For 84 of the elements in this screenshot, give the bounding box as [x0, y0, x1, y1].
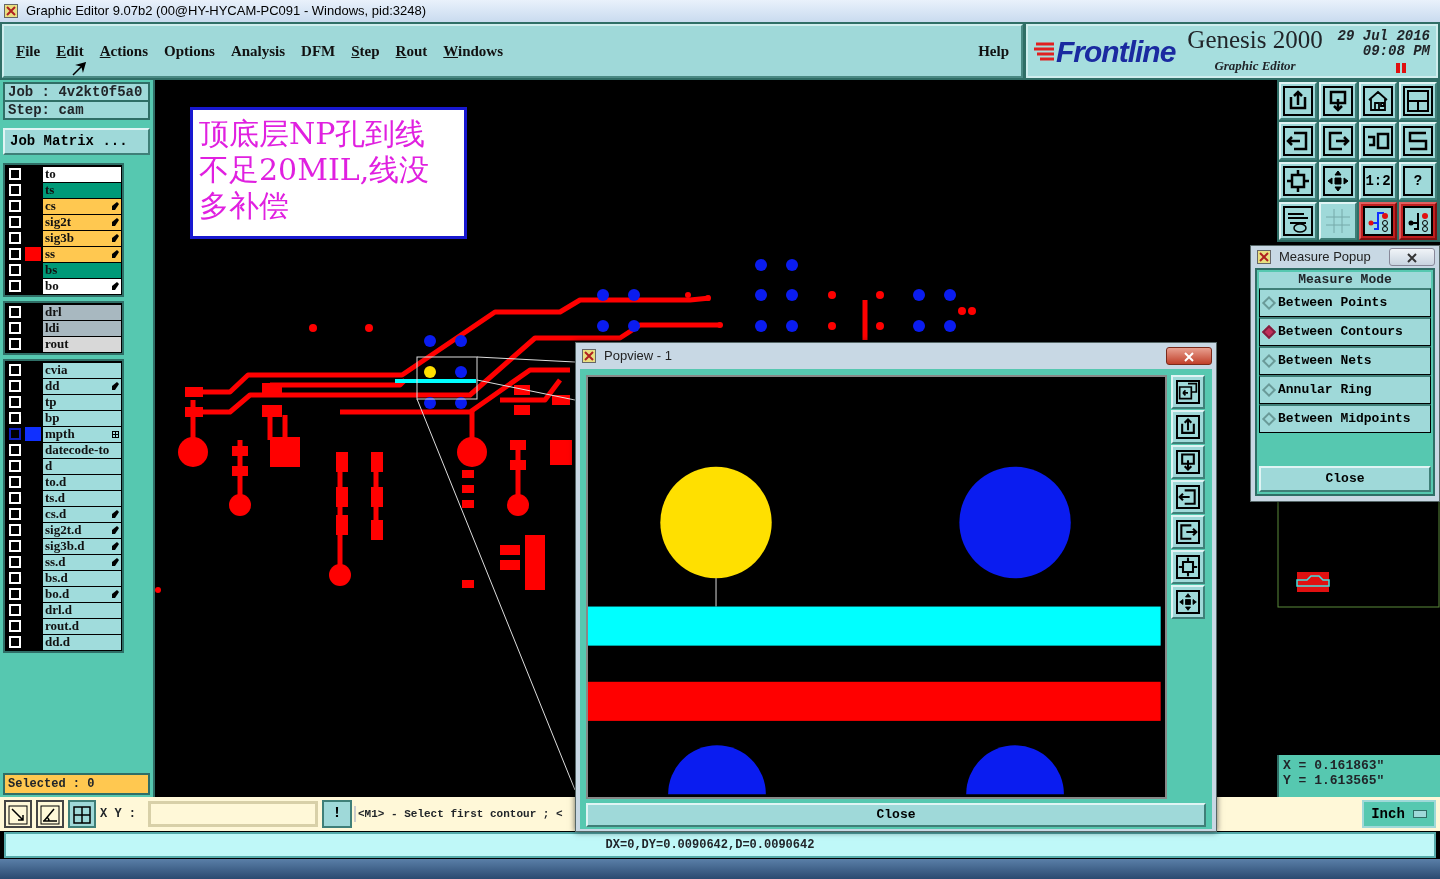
menu-item[interactable]: Step [351, 39, 380, 63]
cursor-icon [72, 62, 86, 76]
menu-item[interactable]: Actions [99, 39, 149, 63]
popup-title: Measure Popup [1279, 248, 1371, 267]
date-label: 29 Jul 2016 [1337, 29, 1430, 44]
layer-name[interactable]: to [45, 167, 56, 181]
measure-mode-heading: Measure Mode [1259, 272, 1431, 288]
x-coordinate: X = 0.161863" [1283, 758, 1386, 773]
selected-count: Selected : 0 [3, 773, 150, 795]
toolbar-button[interactable] [1399, 202, 1437, 240]
menu-item[interactable]: Windows [443, 39, 504, 63]
layer-name[interactable]: ldi [45, 321, 60, 335]
angle-icon [40, 804, 60, 825]
close-button[interactable]: Close [586, 803, 1206, 827]
app-icon [4, 4, 18, 18]
toolbar-button[interactable] [1359, 202, 1397, 240]
menu-item[interactable]: Rout [395, 39, 428, 63]
four-arrows-icon [1326, 169, 1350, 193]
layer-checkbox[interactable] [9, 428, 21, 440]
circuit-icon [1366, 209, 1390, 233]
product-name: Genesis 2000 [1187, 26, 1323, 52]
menu-item[interactable]: DFM [301, 39, 336, 63]
prompt-text: <M1> - Select first contour ; < [354, 805, 563, 823]
app-icon [582, 349, 596, 363]
layer-name[interactable]: d [45, 459, 53, 473]
layer-name[interactable]: dd [45, 379, 60, 393]
zoom-frame [416, 356, 478, 400]
close-icon [1184, 351, 1194, 362]
box-arrow-left-icon [1286, 129, 1310, 153]
toolbar-button[interactable]: 1:2 [1359, 162, 1397, 200]
radio-option[interactable]: Between Nets [1259, 346, 1431, 375]
y-coordinate: Y = 1.613565" [1283, 773, 1386, 788]
grid-snap-button[interactable] [68, 800, 96, 828]
expand-box-icon [1286, 169, 1310, 193]
menu-item[interactable]: Analysis [230, 39, 286, 63]
app-icon [1257, 250, 1271, 264]
xy-label: X Y : [100, 806, 137, 823]
menu-item[interactable]: Help [978, 39, 1009, 63]
pause-icon [1396, 62, 1406, 73]
zigzag-icon [1406, 129, 1430, 153]
radio-option[interactable]: Between Points [1259, 288, 1431, 317]
layer-name[interactable]: cs [45, 199, 56, 213]
window-title: Graphic Editor 9.07b2 (00@HY-HYCAM-PC091 - Windows, pid:3248) [26, 2, 426, 21]
layer-name[interactable]: bs [45, 263, 58, 277]
popview-title: Popview - 1 [604, 347, 672, 366]
layer-name[interactable]: bp [45, 411, 60, 425]
status-text: DX=0,DY=0.0090642,D=0.0090642 [605, 837, 815, 854]
time-label: 09:08 PM [1362, 44, 1430, 59]
layer-name[interactable]: tp [45, 395, 57, 409]
grid-icon [1326, 209, 1350, 233]
radio-option[interactable]: Between Midpoints [1259, 404, 1431, 433]
company-logo: Frontline [1056, 33, 1176, 70]
box-arrow-right-icon [1326, 129, 1350, 153]
grid-icon [72, 804, 92, 825]
step-label: Step: cam [3, 102, 150, 120]
angle-button[interactable] [36, 800, 64, 828]
menu-item[interactable]: Options [164, 39, 215, 63]
radio-option[interactable]: Annular Ring [1259, 375, 1431, 404]
layer-name[interactable]: ss [45, 247, 56, 261]
menu-item[interactable]: Edit [56, 39, 84, 63]
info-button[interactable]: ! [322, 800, 352, 828]
menu-item[interactable]: File [16, 39, 41, 63]
close-button[interactable] [1166, 347, 1212, 365]
job-label: Job : 4v2kt0f5a0 [3, 82, 150, 102]
job-matrix-button[interactable]: Job Matrix ... [3, 128, 150, 155]
close-icon [1407, 252, 1417, 263]
zoom-box-button[interactable] [4, 800, 32, 828]
speed-lines-icon [1034, 40, 1054, 62]
expand-box-icon [1177, 555, 1198, 579]
units-dropdown[interactable]: Inch [1362, 800, 1436, 828]
product-subtitle: Graphic Editor [1214, 56, 1296, 75]
close-button[interactable]: Close [1259, 466, 1431, 492]
window-grid-icon [1406, 89, 1430, 113]
four-arrows-icon [1177, 590, 1198, 614]
xy-input-field[interactable] [148, 801, 318, 827]
layer-name[interactable]: ts [45, 183, 55, 197]
dropdown-bar-icon [1412, 809, 1427, 818]
toolbar-button[interactable]: ? [1399, 162, 1437, 200]
house-icon [1366, 89, 1390, 113]
layer-name[interactable]: drl [45, 305, 62, 319]
layer-name[interactable]: bo [45, 279, 59, 293]
radio-option[interactable]: Between Contours [1259, 317, 1431, 346]
close-button[interactable] [1389, 248, 1435, 266]
annotation-text: 顶底层NP孔到线 不足20MIL,线没 多补偿 [199, 116, 431, 224]
